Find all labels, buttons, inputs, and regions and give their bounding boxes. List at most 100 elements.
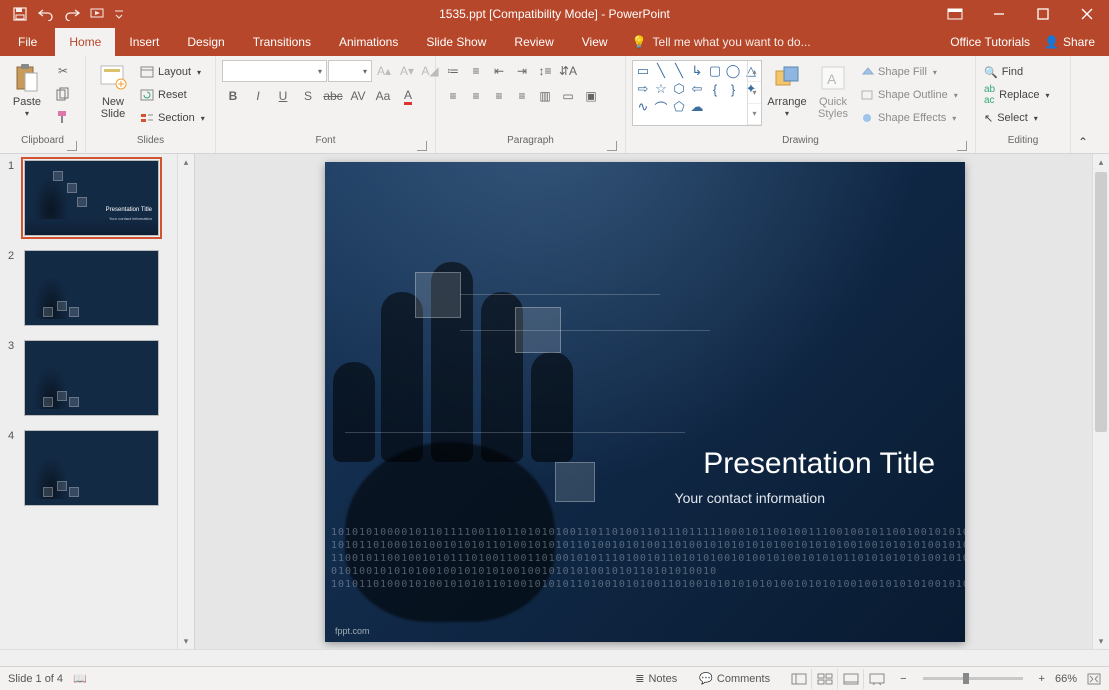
- qat-customize-icon[interactable]: [112, 2, 126, 26]
- align-text-icon[interactable]: ▭: [557, 85, 579, 107]
- collapse-ribbon-icon[interactable]: ⌃: [1071, 56, 1095, 153]
- slide-title[interactable]: Presentation Title: [703, 447, 935, 481]
- columns-icon[interactable]: ▥: [534, 85, 556, 107]
- thumb-4[interactable]: 4: [8, 430, 175, 506]
- shape-connector-icon[interactable]: ↳: [689, 63, 705, 79]
- shape-fill-button[interactable]: Shape Fill▾: [858, 62, 960, 82]
- paragraph-launcher-icon[interactable]: [607, 141, 617, 151]
- font-family-combo[interactable]: ▾: [222, 60, 327, 82]
- ribbon-display-options-icon[interactable]: [933, 0, 977, 28]
- comments-button[interactable]: 💬Comments: [693, 672, 776, 685]
- select-button[interactable]: ↖Select▾: [982, 108, 1052, 128]
- shape-brace-r-icon[interactable]: }: [725, 81, 741, 97]
- zoom-level[interactable]: 66%: [1055, 673, 1077, 685]
- font-color-icon[interactable]: A: [397, 85, 419, 107]
- change-case-icon[interactable]: Aa: [372, 85, 394, 107]
- minimize-icon[interactable]: [977, 0, 1021, 28]
- zoom-slider[interactable]: [923, 677, 1023, 680]
- new-slide-button[interactable]: New Slide: [92, 60, 134, 128]
- shape-arrow-l-icon[interactable]: ⇦: [689, 81, 705, 97]
- zoom-in-icon[interactable]: +: [1039, 673, 1045, 685]
- shape-outline-button[interactable]: Shape Outline▾: [858, 85, 960, 105]
- layout-button[interactable]: Layout▾: [138, 62, 207, 82]
- shape-curve-icon[interactable]: ∿: [635, 99, 651, 115]
- slide-show-icon[interactable]: [864, 669, 890, 689]
- align-right-icon[interactable]: ≡: [488, 85, 510, 107]
- line-spacing-icon[interactable]: ↕≡: [534, 60, 556, 82]
- zoom-out-icon[interactable]: −: [900, 673, 906, 685]
- font-launcher-icon[interactable]: [417, 141, 427, 151]
- shape-line-icon[interactable]: ╲: [653, 63, 669, 79]
- find-button[interactable]: 🔍Find: [982, 62, 1052, 82]
- slide-canvas[interactable]: Presentation Title Your contact informat…: [195, 154, 1092, 649]
- slide[interactable]: Presentation Title Your contact informat…: [325, 162, 965, 642]
- text-direction-icon[interactable]: ⇵A: [557, 60, 579, 82]
- smart-art-icon[interactable]: ▣: [580, 85, 602, 107]
- undo-icon[interactable]: [34, 2, 58, 26]
- clipboard-launcher-icon[interactable]: [67, 141, 77, 151]
- shape-cloud-icon[interactable]: ☁: [689, 99, 705, 115]
- normal-view-icon[interactable]: [786, 669, 812, 689]
- bold-icon[interactable]: B: [222, 85, 244, 107]
- slide-subtitle[interactable]: Your contact information: [675, 490, 825, 506]
- thumbnails-scrollbar[interactable]: ▴▾: [177, 154, 194, 649]
- tab-review[interactable]: Review: [500, 28, 567, 56]
- notes-button[interactable]: ≣Notes: [629, 672, 683, 685]
- align-left-icon[interactable]: ≡: [442, 85, 464, 107]
- arrange-button[interactable]: Arrange▾: [766, 60, 808, 128]
- shape-arc-icon[interactable]: ⌒: [653, 99, 669, 115]
- shape-line2-icon[interactable]: ╲: [671, 63, 687, 79]
- increase-font-icon[interactable]: A▴: [373, 60, 395, 82]
- redo-icon[interactable]: [60, 2, 84, 26]
- gallery-more-icon[interactable]: ▾: [748, 104, 761, 125]
- maximize-icon[interactable]: [1021, 0, 1065, 28]
- strikethrough-icon[interactable]: abc: [322, 85, 344, 107]
- italic-icon[interactable]: I: [247, 85, 269, 107]
- font-size-combo[interactable]: ▾: [328, 60, 372, 82]
- save-icon[interactable]: [8, 2, 32, 26]
- shape-effects-button[interactable]: Shape Effects▾: [858, 108, 960, 128]
- gallery-down-icon[interactable]: ▾: [748, 82, 761, 103]
- vertical-scrollbar[interactable]: ▴▾: [1092, 154, 1109, 649]
- tab-insert[interactable]: Insert: [115, 28, 173, 56]
- shape-rect-icon[interactable]: ▢: [707, 63, 723, 79]
- horizontal-scrollbar[interactable]: [0, 649, 1109, 666]
- paste-button[interactable]: Paste ▾: [6, 60, 48, 128]
- thumb-3[interactable]: 3: [8, 340, 175, 416]
- reading-view-icon[interactable]: [838, 669, 864, 689]
- char-spacing-icon[interactable]: AV: [347, 85, 369, 107]
- office-tutorials-link[interactable]: Office Tutorials: [950, 35, 1030, 49]
- numbering-icon[interactable]: ≡: [465, 60, 487, 82]
- shape-hexagon-icon[interactable]: ⬡: [671, 81, 687, 97]
- spell-check-icon[interactable]: 📖: [73, 672, 87, 685]
- align-center-icon[interactable]: ≡: [465, 85, 487, 107]
- bullets-icon[interactable]: ≔: [442, 60, 464, 82]
- replace-button[interactable]: abacReplace▾: [982, 85, 1052, 105]
- cut-icon[interactable]: ✂: [52, 60, 74, 82]
- copy-icon[interactable]: [52, 83, 74, 105]
- share-button[interactable]: 👤Share: [1044, 35, 1095, 49]
- gallery-up-icon[interactable]: ▴: [748, 61, 761, 82]
- drawing-launcher-icon[interactable]: [957, 141, 967, 151]
- tab-animations[interactable]: Animations: [325, 28, 412, 56]
- tell-me-search[interactable]: 💡 Tell me what you want to do...: [622, 28, 821, 56]
- quick-styles-button[interactable]: A Quick Styles: [812, 60, 854, 128]
- close-icon[interactable]: [1065, 0, 1109, 28]
- fit-to-window-icon[interactable]: [1087, 673, 1101, 685]
- tab-slide-show[interactable]: Slide Show: [412, 28, 500, 56]
- shape-arrow-icon[interactable]: ⇨: [635, 81, 651, 97]
- shapes-gallery[interactable]: ▭ ╲ ╲ ↳ ▢ ◯ △ ⇨ ☆ ⬡ ⇦ { } ✦ ∿ ⌒ ⬠ ☁ ▴▾▾: [632, 60, 762, 126]
- tab-file[interactable]: File: [0, 28, 55, 56]
- thumb-1[interactable]: 1 Presentation Title Your contact inform…: [8, 160, 175, 236]
- text-shadow-icon[interactable]: S: [297, 85, 319, 107]
- shape-oval-icon[interactable]: ◯: [725, 63, 741, 79]
- tab-home[interactable]: Home: [55, 28, 115, 56]
- shape-star-icon[interactable]: ☆: [653, 81, 669, 97]
- decrease-font-icon[interactable]: A▾: [396, 60, 418, 82]
- increase-indent-icon[interactable]: ⇥: [511, 60, 533, 82]
- section-button[interactable]: Section▾: [138, 108, 207, 128]
- thumb-2[interactable]: 2: [8, 250, 175, 326]
- slide-sorter-icon[interactable]: [812, 669, 838, 689]
- underline-icon[interactable]: U: [272, 85, 294, 107]
- shape-brace-l-icon[interactable]: {: [707, 81, 723, 97]
